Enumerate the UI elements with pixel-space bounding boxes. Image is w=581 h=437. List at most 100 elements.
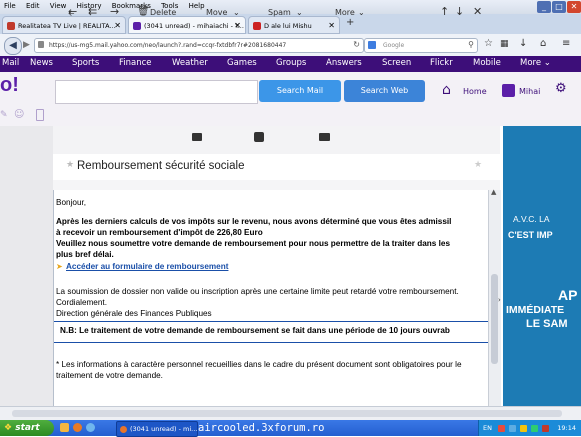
reply-icon[interactable]: ←	[68, 5, 77, 18]
more-button[interactable]: More	[335, 8, 355, 17]
expand-arrow-icon[interactable]: ›	[498, 296, 501, 304]
close-message-icon[interactable]: ✕	[473, 5, 482, 18]
menu-icon[interactable]: ≡	[562, 38, 570, 49]
page-horizontal-scrollbar[interactable]	[0, 406, 581, 421]
next-message-icon[interactable]: ↓	[455, 5, 464, 18]
reply-all-icon[interactable]: ⇇	[88, 5, 97, 18]
nav-item-mobile[interactable]: Mobile	[473, 58, 501, 68]
tab-yahoo-mail[interactable]: (3041 unread) - mihaiachi - Y... ✕	[128, 16, 246, 34]
window-close-icon[interactable]: ✕	[567, 1, 581, 13]
ad-panel[interactable]: A.V.C. LA C'EST IMP AP IMMÉDIATE LE SAM	[503, 126, 581, 406]
settings-gear-icon[interactable]: ⚙	[555, 81, 567, 96]
menu-help[interactable]: Help	[185, 0, 209, 10]
previous-message-icon[interactable]: ↑	[440, 5, 449, 18]
search-box[interactable]: Google ⚲	[364, 38, 478, 53]
scrollbar-thumb[interactable]	[491, 274, 498, 364]
ie-icon[interactable]	[86, 423, 95, 432]
avatar[interactable]	[502, 84, 515, 97]
home-link[interactable]: Home	[463, 87, 487, 96]
more-dots-icon	[319, 133, 330, 141]
volume-icon[interactable]	[520, 424, 528, 432]
security-icon[interactable]	[531, 424, 539, 432]
tab-mishu[interactable]: D ale lui Mishu ✕	[248, 16, 340, 34]
forward-mail-icon[interactable]: →	[110, 5, 119, 18]
nav-item-games[interactable]: Games	[227, 58, 257, 68]
tab-close-icon[interactable]: ✕	[114, 17, 121, 33]
spam-button[interactable]: Spam	[268, 8, 291, 17]
yahoo-navigation: Mail News Sports Finance Weather Games G…	[0, 56, 581, 72]
ad-text: C'EST IMP	[508, 230, 553, 240]
mail-search-input[interactable]	[55, 80, 258, 104]
nav-item-sports[interactable]: Sports	[72, 58, 99, 68]
lock-icon	[38, 41, 44, 48]
tab-realitatea[interactable]: Realitatea TV Live | REALITA... ✕	[2, 16, 126, 34]
menu-file[interactable]: File	[0, 0, 20, 10]
network-icon[interactable]	[509, 424, 517, 432]
tab-close-icon[interactable]: ✕	[328, 17, 335, 33]
home-icon[interactable]: ⌂	[540, 38, 546, 49]
emoji-icon[interactable]: ☺	[14, 109, 24, 120]
notice-text: N.B: Le traitement de votre demande de r…	[60, 326, 450, 335]
address-bar[interactable]: https://us-mg5.mail.yahoo.com/neo/launch…	[34, 38, 364, 53]
chevron-down-icon[interactable]: ⌄	[233, 8, 240, 17]
nav-item-screen[interactable]: Screen	[382, 58, 411, 68]
tray-app-icon[interactable]	[498, 424, 506, 432]
body-line: plus bref délai.	[56, 250, 114, 259]
start-button[interactable]: ❖ start	[0, 420, 54, 436]
firefox-icon	[120, 425, 127, 433]
nav-item-groups[interactable]: Groups	[276, 58, 306, 68]
nav-item-flickr[interactable]: Flickr	[430, 58, 453, 68]
nav-item-finance[interactable]: Finance	[119, 58, 152, 68]
language-indicator[interactable]: EN	[483, 424, 492, 432]
menu-edit[interactable]: Edit	[22, 0, 44, 10]
yahoo-logo[interactable]: o!	[0, 74, 19, 97]
star-icon[interactable]: ★	[66, 160, 74, 170]
tab-close-icon[interactable]: ✕	[234, 17, 241, 33]
user-name[interactable]: Mihai	[519, 87, 540, 96]
message-body: Bonjour, Après les derniers calculs de v…	[53, 190, 489, 406]
back-icon[interactable]: ◀	[4, 37, 22, 55]
scroll-up-icon[interactable]: ▲	[491, 188, 496, 196]
home-icon[interactable]: ⌂	[442, 82, 451, 98]
nav-item-more[interactable]: More ⌄	[520, 58, 551, 68]
taskbar-window-button[interactable]: (3041 unread) - mi...	[116, 421, 198, 437]
yahoo-mail-favicon-icon	[133, 22, 141, 30]
flag-star-icon[interactable]: ★	[474, 160, 482, 170]
chevron-down-icon[interactable]: ⌄	[296, 8, 303, 17]
bookmarks-list-icon[interactable]: ▦	[500, 39, 509, 49]
footer-line: traitement de votre demande.	[56, 371, 163, 380]
body-line: La soumission de dossier non valide ou i…	[56, 287, 459, 296]
nav-item-news[interactable]: News	[30, 58, 53, 68]
download-icon[interactable]: ↓	[519, 38, 527, 49]
firefox-icon[interactable]	[73, 423, 82, 432]
google-icon	[368, 41, 376, 49]
refund-form-link[interactable]: Accéder au formulaire de remboursement	[66, 262, 228, 271]
maximize-icon[interactable]: □	[552, 1, 566, 13]
move-button[interactable]: Move	[206, 8, 227, 17]
nav-item-answers[interactable]: Answers	[326, 58, 362, 68]
new-tab-button[interactable]: +	[346, 17, 354, 28]
forward-icon[interactable]: ▶	[23, 40, 30, 50]
reload-icon[interactable]: ↻	[353, 40, 360, 49]
minimize-icon[interactable]: _	[537, 1, 551, 13]
trash-icon[interactable]: 🗑	[137, 6, 150, 17]
search-mail-button[interactable]: Search Mail	[259, 80, 341, 102]
address-url: https://us-mg5.mail.yahoo.com/neo/launch…	[49, 42, 287, 49]
delete-button[interactable]: Delete	[150, 8, 176, 17]
menu-view[interactable]: View	[46, 0, 71, 10]
quicklaunch-icon[interactable]	[60, 423, 69, 432]
chevron-down-icon[interactable]: ⌄	[358, 8, 365, 17]
nav-item-weather[interactable]: Weather	[172, 58, 208, 68]
search-icon[interactable]: ⚲	[468, 40, 474, 49]
system-tray: EN 19:14	[478, 420, 581, 436]
watermark-text: aircooled.3xforum.ro	[198, 422, 325, 434]
search-web-button[interactable]: Search Web	[344, 80, 425, 102]
bookmark-star-icon[interactable]: ☆	[484, 38, 493, 49]
nav-item-mail[interactable]: Mail	[2, 58, 19, 68]
tray-alert-icon[interactable]	[542, 424, 550, 432]
scrollbar-thumb[interactable]	[12, 410, 562, 417]
body-line: Après les derniers calculs de vos impôts…	[56, 217, 452, 226]
mobile-icon[interactable]	[36, 109, 44, 121]
realitatea-favicon-icon	[7, 22, 15, 30]
compose-icon[interactable]: ✎	[0, 110, 8, 120]
